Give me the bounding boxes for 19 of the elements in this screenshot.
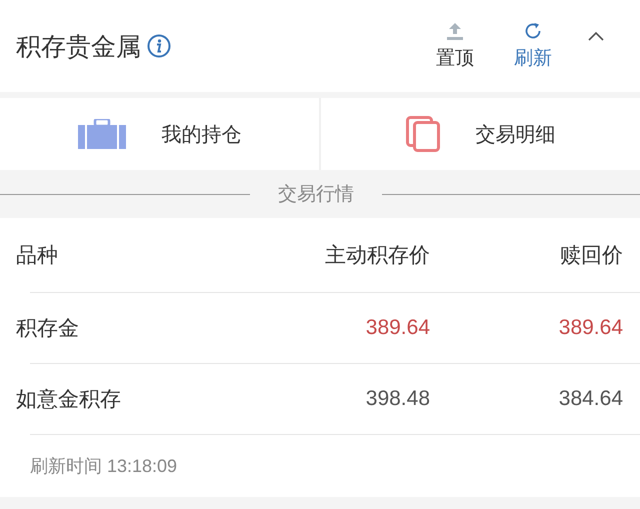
upload-icon — [446, 21, 464, 41]
pin-to-top-button[interactable]: 置顶 — [436, 21, 474, 71]
refresh-icon — [523, 21, 543, 41]
briefcase-icon — [78, 119, 126, 149]
refresh-time: 刷新时间 13:18:09 — [29, 455, 178, 478]
column-header: 赎回价 — [559, 243, 623, 269]
price-cell-text: 384.64 — [558, 387, 623, 411]
product-name-cell-text: 如意金积存 — [16, 387, 122, 413]
section-title: 交易行情 — [277, 183, 355, 207]
column-header: 品种 — [16, 243, 59, 269]
price-cell-text: 389.64 — [558, 316, 623, 340]
refresh-button[interactable]: 刷新 — [514, 21, 552, 71]
column-header: 主动积存价 — [324, 243, 430, 269]
info-icon[interactable] — [147, 34, 171, 58]
documents-icon — [406, 116, 440, 152]
product-name-cell-text: 积存金 — [16, 316, 80, 342]
price-cell-text: 398.48 — [364, 387, 430, 411]
header-title: 积存贵金属 — [16, 32, 141, 62]
price-cell-text: 389.64 — [364, 316, 430, 340]
